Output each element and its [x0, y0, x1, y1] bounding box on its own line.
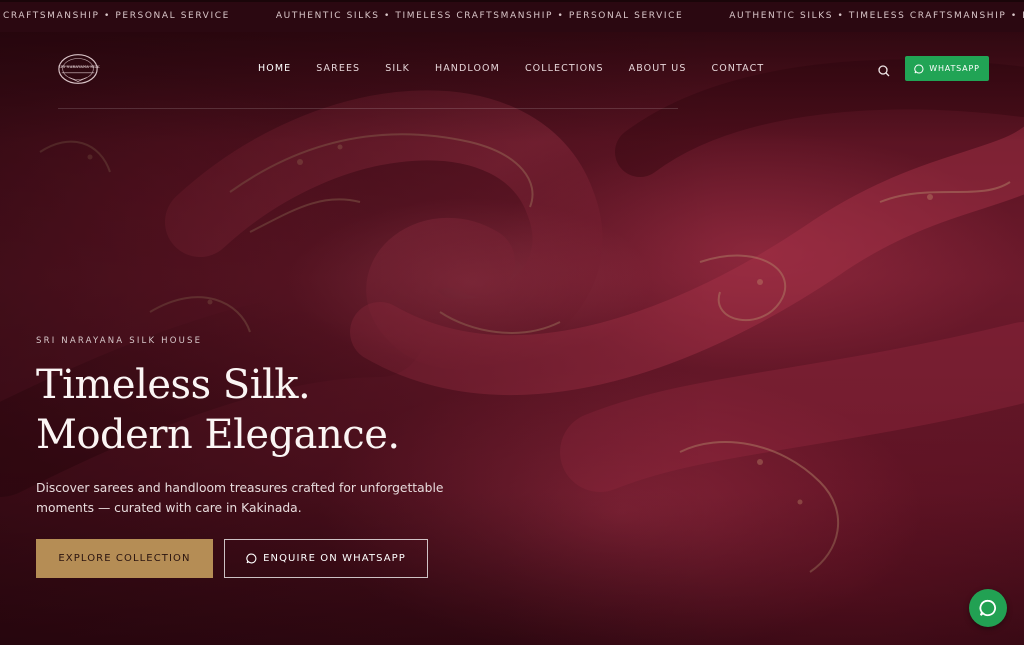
- hero-headline-line-1: Timeless Silk.: [36, 362, 311, 408]
- nav-item-silk[interactable]: SILK: [385, 63, 410, 74]
- explore-collection-label: EXPLORE COLLECTION: [58, 553, 191, 564]
- logo-emblem-icon: [58, 54, 98, 84]
- nav-item-about-us[interactable]: ABOUT US: [629, 63, 687, 74]
- nav-item-sarees[interactable]: SAREES: [316, 63, 360, 74]
- chat-icon: [246, 553, 257, 564]
- marquee-item: AUTHENTIC SILKS • TIMELESS CRAFTSMANSHIP…: [275, 11, 684, 21]
- announcement-marquee: LESS CRAFTSMANSHIP • PERSONAL SERVICE AU…: [0, 0, 1024, 35]
- whatsapp-button[interactable]: WHATSAPP: [905, 56, 989, 81]
- chat-icon: [979, 599, 997, 617]
- primary-nav: HOME SAREES SILK HANDLOOM COLLECTIONS AB…: [258, 63, 789, 74]
- search-button[interactable]: [877, 63, 891, 77]
- nav-item-home[interactable]: HOME: [258, 63, 291, 74]
- whatsapp-button-label: WHATSAPP: [929, 64, 980, 73]
- logo-text: SRI NARAYANA SILK: [58, 65, 100, 69]
- floating-whatsapp-button[interactable]: [969, 589, 1007, 627]
- nav-item-contact[interactable]: CONTACT: [711, 63, 764, 74]
- enquire-whatsapp-button[interactable]: ENQUIRE ON WHATSAPP: [224, 539, 428, 578]
- chat-icon: [914, 64, 924, 73]
- enquire-whatsapp-label: ENQUIRE ON WHATSAPP: [263, 553, 406, 564]
- hero-description: Discover sarees and handloom treasures c…: [36, 481, 444, 515]
- explore-collection-button[interactable]: EXPLORE COLLECTION: [36, 539, 213, 578]
- header-divider: [58, 108, 678, 109]
- marquee-item: LESS CRAFTSMANSHIP • PERSONAL SERVICE: [0, 11, 230, 21]
- nav-item-collections[interactable]: COLLECTIONS: [525, 63, 604, 74]
- search-icon: [878, 65, 890, 77]
- hero-eyebrow: SRI NARAYANA SILK HOUSE: [36, 336, 203, 346]
- hero-headline: Timeless Silk. Modern Elegance.: [36, 360, 400, 460]
- brand-logo[interactable]: [56, 52, 100, 86]
- site-header: SRI NARAYANA SILK HOME SAREES SILK HANDL…: [0, 32, 1024, 109]
- marquee-item: AUTHENTIC SILKS • TIMELESS CRAFTSMANSHIP…: [729, 11, 1024, 21]
- hero-headline-line-2: Modern Elegance.: [36, 412, 400, 458]
- nav-item-handloom[interactable]: HANDLOOM: [435, 63, 500, 74]
